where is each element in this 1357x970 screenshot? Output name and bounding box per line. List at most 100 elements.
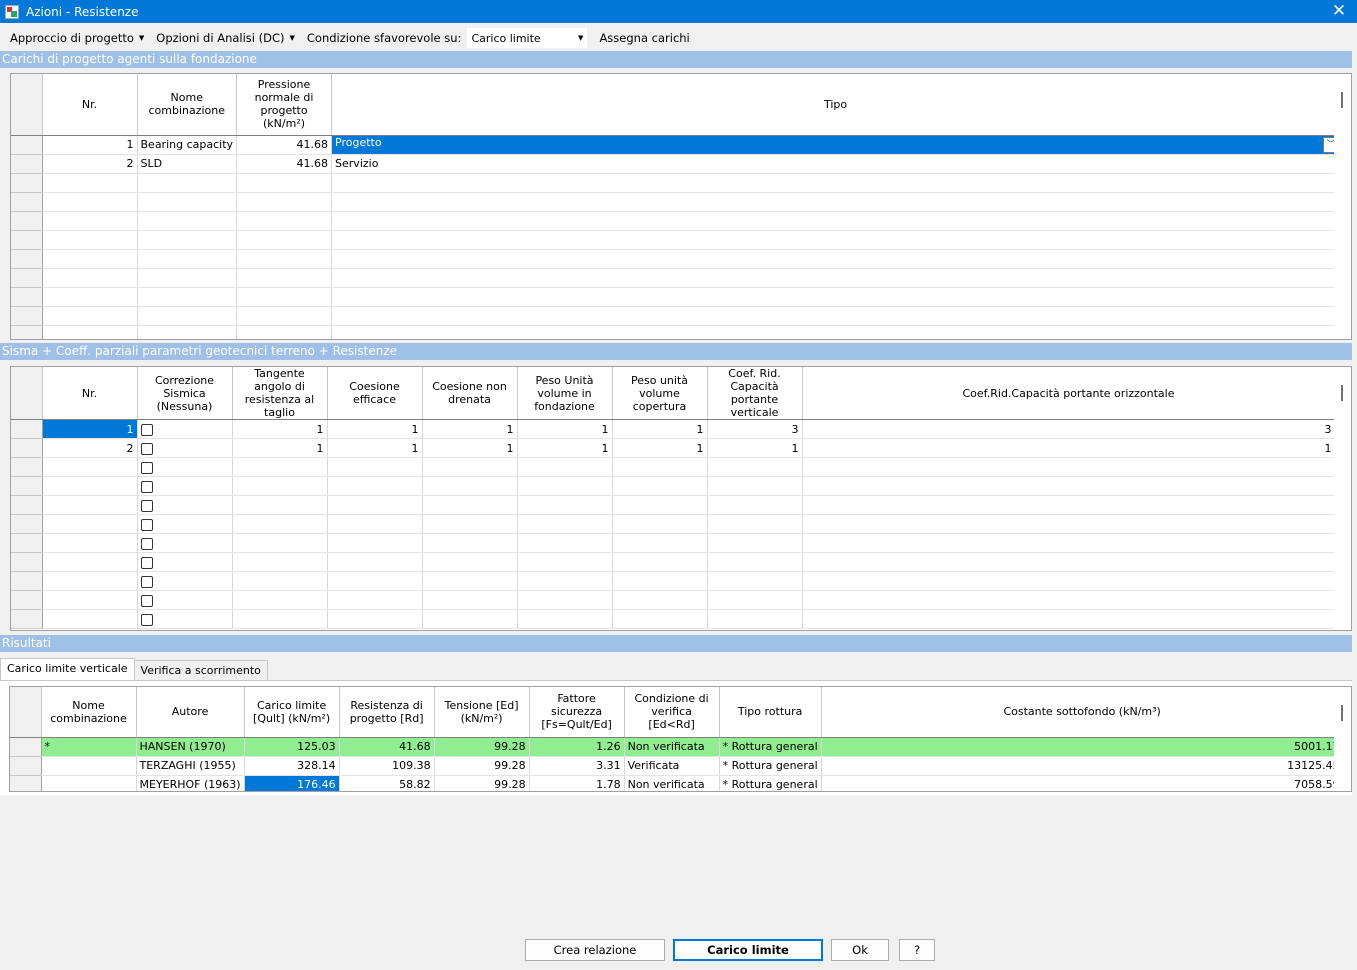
cell-fs[interactable]: 3.31 bbox=[529, 756, 625, 776]
empty-row[interactable] bbox=[11, 268, 1341, 288]
empty-cell[interactable] bbox=[232, 457, 328, 477]
empty-cell[interactable] bbox=[42, 514, 138, 534]
cell-seismic[interactable] bbox=[137, 609, 233, 629]
cell-coef-horizontal[interactable]: 3 bbox=[802, 419, 1336, 439]
row-header[interactable] bbox=[11, 533, 43, 553]
cell-seismic[interactable] bbox=[137, 419, 233, 439]
empty-cell[interactable] bbox=[517, 609, 613, 629]
empty-cell[interactable] bbox=[236, 230, 333, 250]
cell-failure-type[interactable]: * Rottura general bbox=[719, 737, 822, 757]
cell-ed[interactable]: 99.28 bbox=[434, 756, 530, 776]
empty-cell[interactable] bbox=[422, 495, 518, 515]
empty-cell[interactable] bbox=[517, 476, 613, 496]
empty-cell[interactable] bbox=[327, 514, 423, 534]
table-row[interactable]: 1 Bearing capacity 41.68 Progetto ﹀ bbox=[11, 135, 1341, 155]
empty-cell[interactable] bbox=[612, 533, 708, 553]
empty-row[interactable] bbox=[11, 211, 1341, 231]
row-header[interactable] bbox=[11, 268, 43, 288]
empty-cell[interactable] bbox=[517, 457, 613, 477]
cell-rd[interactable]: 109.38 bbox=[339, 756, 435, 776]
empty-cell[interactable] bbox=[707, 571, 803, 591]
cell-seismic[interactable] bbox=[137, 495, 233, 515]
empty-cell[interactable] bbox=[802, 457, 1336, 477]
col-header-type[interactable]: Tipo bbox=[331, 74, 1341, 136]
row-header[interactable] bbox=[11, 419, 43, 439]
col-header-rd[interactable]: Resistenza di progetto [Rd] bbox=[339, 687, 435, 738]
vertical-scrollbar[interactable] bbox=[1334, 367, 1351, 630]
cell-condition[interactable]: Verificata bbox=[624, 756, 720, 776]
empty-cell[interactable] bbox=[42, 287, 138, 307]
cell-type[interactable]: Servizio bbox=[331, 154, 1341, 174]
cell-qult[interactable]: 125.03 bbox=[244, 737, 340, 757]
row-header[interactable] bbox=[11, 571, 43, 591]
empty-cell[interactable] bbox=[42, 306, 138, 326]
empty-cell[interactable] bbox=[42, 173, 138, 193]
empty-cell[interactable] bbox=[612, 476, 708, 496]
empty-cell[interactable] bbox=[612, 590, 708, 610]
cell-nr[interactable]: 1 bbox=[42, 135, 138, 155]
empty-cell[interactable] bbox=[707, 552, 803, 572]
empty-row[interactable] bbox=[11, 514, 1336, 534]
empty-cell[interactable] bbox=[331, 230, 1341, 250]
tab-vertical-load-limit[interactable]: Carico limite verticale bbox=[0, 658, 135, 680]
empty-cell[interactable] bbox=[612, 457, 708, 477]
empty-cell[interactable] bbox=[42, 268, 138, 288]
row-header[interactable] bbox=[11, 306, 43, 326]
empty-cell[interactable] bbox=[802, 533, 1336, 553]
cell-seismic[interactable] bbox=[137, 476, 233, 496]
cell-subgrade[interactable]: 5001.17 bbox=[821, 737, 1344, 757]
row-header[interactable] bbox=[11, 249, 43, 269]
approach-menu[interactable]: Approccio di progetto ▼ bbox=[0, 31, 150, 45]
row-header[interactable] bbox=[10, 756, 42, 776]
empty-cell[interactable] bbox=[236, 192, 333, 212]
cell-ed[interactable]: 99.28 bbox=[434, 737, 530, 757]
empty-cell[interactable] bbox=[331, 173, 1341, 193]
col-header-cohesion[interactable]: Coesione efficace bbox=[327, 367, 423, 420]
cell-condition[interactable]: Non verificata bbox=[624, 775, 720, 791]
col-header-author[interactable]: Autore bbox=[136, 687, 245, 738]
table-row[interactable]: 2 1 1 1 1 1 1 1 bbox=[11, 438, 1336, 458]
col-header-nr[interactable]: Nr. bbox=[42, 74, 138, 136]
col-header-name[interactable]: Nome combinazione bbox=[41, 687, 137, 738]
row-header[interactable] bbox=[10, 737, 42, 757]
empty-row[interactable] bbox=[11, 590, 1336, 610]
empty-row[interactable] bbox=[11, 173, 1341, 193]
row-header[interactable] bbox=[11, 514, 43, 534]
empty-row[interactable] bbox=[11, 287, 1341, 307]
empty-cell[interactable] bbox=[232, 552, 328, 572]
col-header-coef-vertical[interactable]: Coef. Rid. Capacità portante verticale bbox=[707, 367, 803, 420]
empty-cell[interactable] bbox=[236, 325, 333, 339]
empty-cell[interactable] bbox=[137, 211, 238, 231]
checkbox-icon[interactable] bbox=[140, 442, 153, 455]
scrollbar-thumb[interactable] bbox=[1341, 385, 1343, 401]
empty-cell[interactable] bbox=[802, 514, 1336, 534]
row-header[interactable] bbox=[11, 287, 43, 307]
cell-weight-foundation[interactable]: 1 bbox=[517, 419, 613, 439]
empty-cell[interactable] bbox=[331, 192, 1341, 212]
empty-cell[interactable] bbox=[327, 533, 423, 553]
scrollbar-thumb[interactable] bbox=[1341, 705, 1343, 721]
row-header[interactable] bbox=[11, 476, 43, 496]
empty-cell[interactable] bbox=[612, 514, 708, 534]
col-header-failure-type[interactable]: Tipo rottura bbox=[719, 687, 822, 738]
cell-weight-cover[interactable]: 1 bbox=[612, 438, 708, 458]
empty-cell[interactable] bbox=[422, 609, 518, 629]
cell-type-select[interactable]: Progetto ﹀ bbox=[331, 135, 1341, 155]
empty-cell[interactable] bbox=[42, 249, 138, 269]
col-header-pressure[interactable]: Pressione normale di progetto (kN/m²) bbox=[236, 74, 333, 136]
cell-coef-vertical[interactable]: 1 bbox=[707, 438, 803, 458]
col-header-nr[interactable]: Nr. bbox=[42, 367, 138, 420]
col-header-fs[interactable]: Fattore sicurezza [Fs=Qult/Ed] bbox=[529, 687, 625, 738]
empty-cell[interactable] bbox=[232, 514, 328, 534]
empty-cell[interactable] bbox=[517, 571, 613, 591]
cell-failure-type[interactable]: * Rottura general bbox=[719, 775, 822, 791]
empty-cell[interactable] bbox=[42, 476, 138, 496]
empty-cell[interactable] bbox=[707, 476, 803, 496]
vertical-scrollbar[interactable] bbox=[1334, 687, 1351, 791]
table-row[interactable]: 1 1 1 1 1 1 3 3 bbox=[11, 419, 1336, 439]
empty-cell[interactable] bbox=[707, 457, 803, 477]
empty-cell[interactable] bbox=[137, 268, 238, 288]
empty-cell[interactable] bbox=[42, 571, 138, 591]
cell-seismic[interactable] bbox=[137, 590, 233, 610]
row-header[interactable] bbox=[11, 457, 43, 477]
